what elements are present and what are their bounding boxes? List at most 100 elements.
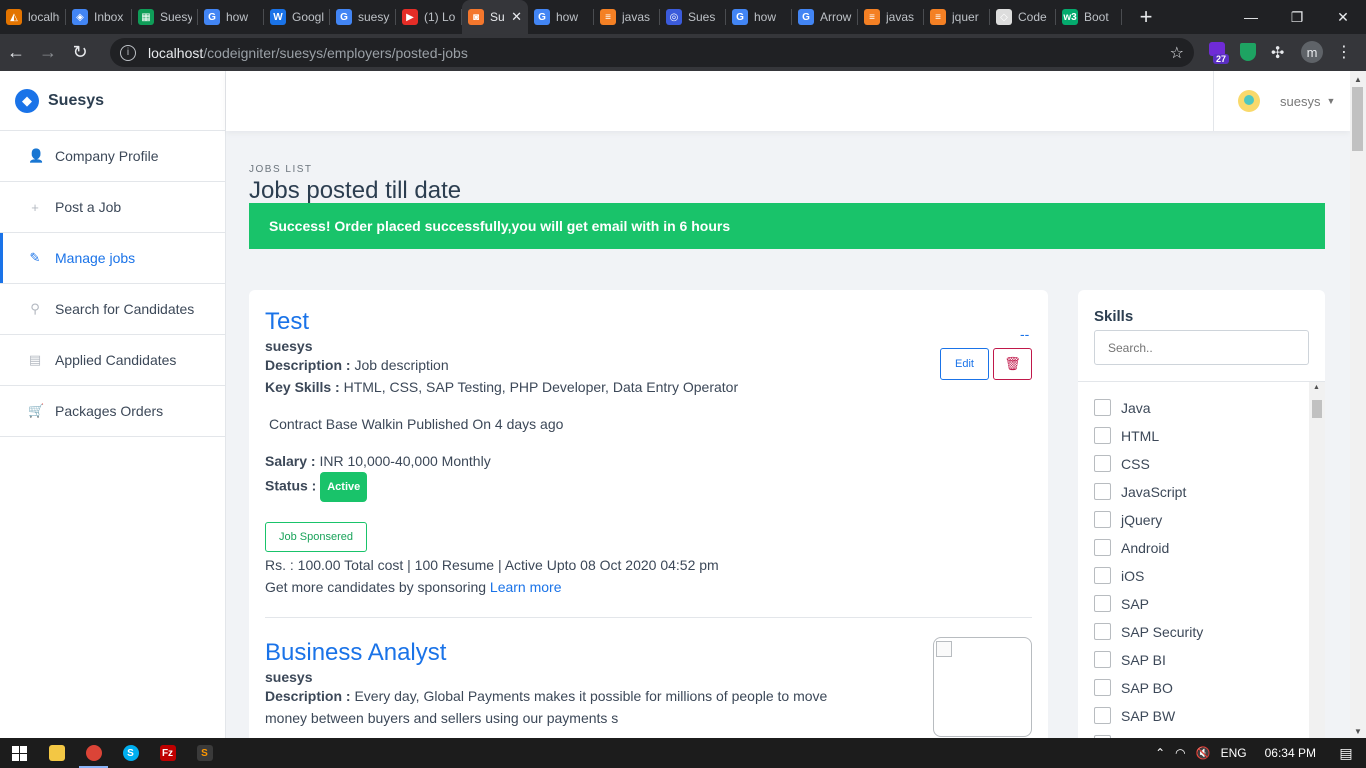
job-title[interactable]: Test [265,308,1032,336]
browser-tab[interactable]: w3 Boot [1056,0,1122,34]
skill-filter-item[interactable]: CSS [1094,455,1150,472]
sidebar-item-label: Post a Job [55,199,122,215]
browser-tab[interactable]: Ghow [528,0,594,34]
search-icon: ⚲ [30,301,40,316]
forward-arrow-icon[interactable]: → [32,42,64,63]
scroll-down-icon[interactable]: ▼ [1354,727,1362,736]
skill-filter-item[interactable]: iOS [1094,567,1144,584]
skill-checkbox[interactable] [1094,651,1111,668]
skill-checkbox[interactable] [1094,399,1111,416]
browser-tab[interactable]: ≡ javas [858,0,924,34]
file-explorer-icon[interactable] [38,738,75,768]
sidebar-item-company-profile[interactable]: 👤 Company Profile [0,131,225,182]
maximize-icon[interactable]: ❐ [1274,0,1320,34]
skype-icon[interactable]: S [112,738,149,768]
sublime-text-icon[interactable]: S [186,738,223,768]
browser-tab[interactable]: ▦ Suesys [132,0,198,34]
skill-checkbox[interactable] [1094,679,1111,696]
skill-checkbox[interactable] [1094,511,1111,528]
browser-tab[interactable]: W Google [264,0,330,34]
chrome-icon[interactable] [75,738,112,768]
browser-tab[interactable]: Ghow [726,0,792,34]
scroll-up-icon[interactable]: ▲ [1313,384,1320,391]
new-tab-button[interactable]: + [1128,4,1164,30]
shield-extension-icon[interactable] [1240,43,1256,61]
skill-checkbox[interactable] [1094,539,1111,556]
sidebar-item-search-for-candidates[interactable]: ⚲ Search for Candidates [0,284,225,335]
user-menu[interactable]: suesys ▼ [1213,71,1350,131]
sidebar-item-manage-jobs[interactable]: ✎ Manage jobs [0,233,225,284]
notification-icon[interactable]: ▤ [1326,745,1366,762]
browser-tab[interactable]: ≡ jquer [924,0,990,34]
info-icon[interactable]: i [120,44,136,61]
skill-filter-item[interactable]: JavaScript [1094,483,1186,500]
close-icon[interactable]: ✕ [1320,0,1366,34]
skill-checkbox[interactable] [1094,595,1111,612]
skill-checkbox[interactable] [1094,427,1111,444]
extension-icon[interactable]: 27 [1209,40,1233,64]
skill-filter-item[interactable]: HTML [1094,427,1159,444]
browser-tab[interactable]: Gsuesys [330,0,396,34]
cart-icon: 🛒 [28,403,45,418]
skill-checkbox[interactable] [1094,707,1111,724]
bookmark-star-icon[interactable]: ☆ [1170,43,1184,63]
sidebar-item-packages-orders[interactable]: 🛒 Packages Orders [0,386,225,437]
page-scrollbar[interactable]: ▲ ▼ [1350,71,1366,738]
chevron-up-icon[interactable]: ⌃ [1155,746,1165,760]
job-key-skills: HTML, CSS, SAP Testing, PHP Developer, D… [343,379,739,395]
filezilla-icon[interactable]: Fz [149,738,186,768]
skill-checkbox[interactable] [1094,623,1111,640]
tab-close-icon[interactable]: ✕ [511,9,522,25]
delete-button[interactable]: 🗑 [993,348,1032,380]
clock[interactable]: 06:34 PM [1265,746,1316,760]
puzzle-icon[interactable]: ✣ [1271,43,1284,63]
browser-tab[interactable]: ◇ Code [990,0,1056,34]
sidebar: ◆ Suesys 👤 Company Profile + Post a Job ✎ Man… [0,71,226,738]
job-title[interactable]: Business Analyst [265,639,1032,667]
scroll-up-icon[interactable]: ▲ [1354,75,1362,84]
windows-start-icon[interactable] [0,738,38,768]
skill-checkbox[interactable] [1094,483,1111,500]
scrollbar-thumb[interactable] [1352,87,1363,151]
reload-icon[interactable]: ↻ [64,42,96,63]
browser-tab[interactable]: Ghow [198,0,264,34]
browser-tab[interactable]: ◙ Su ✕ [462,0,528,34]
back-arrow-icon[interactable]: ← [0,42,32,63]
language-indicator[interactable]: ENG [1221,746,1247,760]
edit-button[interactable]: Edit [940,348,989,380]
sidebar-item-applied-candidates[interactable]: ▤ Applied Candidates [0,335,225,386]
learn-more-link[interactable]: Learn more [490,579,562,595]
browser-tab[interactable]: ◎ Sues [660,0,726,34]
skill-filter-item[interactable]: SAP BI [1094,651,1166,668]
tab-title: javas [622,10,651,24]
wifi-icon[interactable]: ◠ [1175,746,1185,760]
browser-tab[interactable]: ▶ (1) Lo [396,0,462,34]
skill-filter-item[interactable]: SAP Security [1094,623,1203,640]
browser-tab[interactable]: ≡ javas [594,0,660,34]
skill-filter-item[interactable]: SAP [1094,595,1149,612]
skill-checkbox[interactable] [1094,455,1111,472]
skill-filter-item[interactable]: SAP BO [1094,679,1173,696]
skill-checkbox[interactable] [1094,567,1111,584]
skill-label: SAP Security [1121,623,1204,640]
success-alert: Success! Order placed successfully,you w… [249,203,1325,249]
brand[interactable]: ◆ Suesys [0,71,225,131]
volume-muted-icon[interactable]: 🔇 [1196,746,1211,760]
browser-tab[interactable]: ◈ Inbox [66,0,132,34]
browser-tab[interactable]: ◭ localhost [0,0,66,34]
skills-scrollbar[interactable]: ▲ [1309,382,1325,738]
profile-avatar[interactable]: m [1301,41,1323,63]
skills-search-input[interactable] [1094,330,1309,365]
sidebar-item-post-a-job[interactable]: + Post a Job [0,182,225,233]
skill-filter-item[interactable]: SAP BW [1094,707,1175,724]
skill-filter-item[interactable]: Java [1094,399,1151,416]
browser-tab[interactable]: G Arrow [792,0,858,34]
kebab-menu-icon[interactable]: ⋮ [1336,42,1352,62]
job-sponsored-button[interactable]: Job Sponsered [265,522,367,552]
address-bar[interactable]: i localhost/codeigniter/suesys/employers… [110,38,1194,67]
job-image-placeholder [933,637,1032,737]
skill-filter-item[interactable]: jQuery [1094,511,1162,528]
scrollbar-thumb[interactable] [1312,400,1322,418]
minimize-icon[interactable]: — [1228,0,1274,34]
skill-filter-item[interactable]: Android [1094,539,1169,556]
